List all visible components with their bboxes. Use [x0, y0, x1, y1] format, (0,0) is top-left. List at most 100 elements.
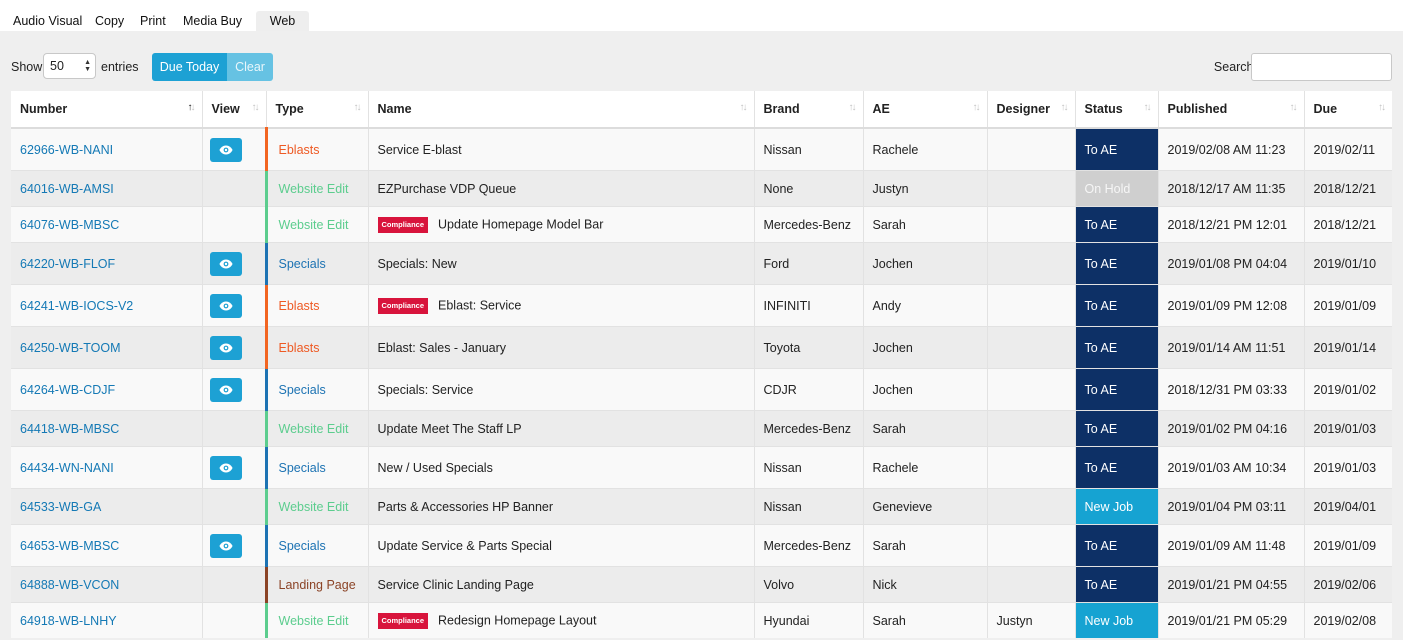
column-header-published[interactable]: Published ↑↓ [1157, 91, 1304, 129]
table-row[interactable]: 64264-WB-CDJF Specials Specials: Service CD… [11, 368, 1392, 411]
column-header-label: Published [1167, 102, 1228, 116]
column-header-view[interactable]: View ↑↓ [201, 91, 266, 129]
column-header-designer[interactable]: Designer ↑↓ [986, 91, 1075, 129]
name-cell: Specials: Service [367, 368, 754, 411]
name-cell: Service Clinic Landing Page [367, 566, 754, 603]
web-panel: Show 50 ▲ ▼ entries Due Today Clear Searc… [0, 31, 1403, 640]
entries-value: 50 [50, 59, 64, 73]
name-cell: Compliance Eblast: Service [367, 284, 754, 327]
status-badge: To AE [1074, 566, 1158, 603]
view-cell [201, 127, 266, 171]
column-header-label: Type [275, 102, 304, 116]
view-button[interactable] [209, 377, 242, 402]
published-cell: 2019/01/03 AM 10:34 [1157, 446, 1304, 489]
designer-cell [986, 127, 1075, 171]
table-row[interactable]: 64220-WB-FLOF Specials Specials: New Ford Jo… [11, 242, 1392, 285]
job-number-link[interactable]: 64418-WB-MBSC [20, 422, 119, 436]
table-row[interactable]: 64076-WB-MBSC Website Edit Compliance Updat… [11, 206, 1392, 243]
table-row[interactable]: 64250-WB-TOOM Eblasts Eblast: Sales - Janu… [11, 326, 1392, 369]
sort-icon: ↑↓ [353, 102, 362, 113]
column-header-status[interactable]: Status ↑↓ [1074, 91, 1158, 129]
compliance-badge: Compliance [377, 216, 429, 233]
job-number-link[interactable]: 64220-WB-FLOF [20, 257, 115, 271]
number-cell: 64418-WB-MBSC [11, 410, 202, 447]
sort-icon: ↑↓ [251, 102, 260, 113]
table-row[interactable]: 64533-WB-GA Website Edit Parts & Accessori… [11, 488, 1392, 525]
ae-cell: Jochen [862, 368, 987, 411]
view-button[interactable] [209, 251, 242, 276]
tab-media-buy[interactable]: Media Buy [183, 11, 242, 31]
published-cell: 2018/12/21 PM 12:01 [1157, 206, 1304, 243]
sort-icon: ↑↓ [972, 102, 981, 113]
table-row[interactable]: 64434-WN-NANI Specials New / Used Specials… [11, 446, 1392, 489]
published-cell: 2018/12/17 AM 11:35 [1157, 170, 1304, 207]
published-cell: 2019/02/08 AM 11:23 [1157, 127, 1304, 171]
eye-icon [219, 259, 232, 268]
column-header-brand[interactable]: Brand ↑↓ [753, 91, 863, 129]
table-row[interactable]: 62966-WB-NANI Eblasts Service E-blast Nissa… [11, 127, 1392, 171]
table-body: 62966-WB-NANI Eblasts Service E-blast Nissa… [11, 127, 1392, 638]
column-header-label: Status [1084, 102, 1123, 116]
type-cell: Eblasts [264, 326, 368, 369]
job-number-link[interactable]: 64918-WB-LNHY [20, 614, 117, 628]
job-number-link[interactable]: 64533-WB-GA [20, 500, 101, 514]
number-cell: 64533-WB-GA [11, 488, 202, 525]
view-button[interactable] [209, 335, 242, 360]
table-row[interactable]: 64888-WB-VCON Landing Page Service Clinic … [11, 566, 1392, 603]
brand-cell: CDJR [753, 368, 863, 411]
entries-select[interactable]: 50 ▲ ▼ [43, 53, 96, 79]
job-number-link[interactable]: 64888-WB-VCON [20, 578, 119, 592]
published-cell: 2019/01/14 AM 11:51 [1157, 326, 1304, 369]
ae-cell: Andy [862, 284, 987, 327]
designer-cell [986, 170, 1075, 207]
designer-cell [986, 410, 1075, 447]
name-cell: Specials: New [367, 242, 754, 285]
job-number-link[interactable]: 64250-WB-TOOM [20, 341, 121, 355]
column-header-ae[interactable]: AE ↑↓ [862, 91, 987, 129]
ae-cell: Justyn [862, 170, 987, 207]
column-header-number[interactable]: Number ↑↓ [11, 91, 202, 129]
table-row[interactable]: 64653-WB-MBSC Specials Update Service & Pa… [11, 524, 1392, 567]
name-cell: Parts & Accessories HP Banner [367, 488, 754, 525]
tab-audio-visual[interactable]: Audio Visual [13, 11, 82, 31]
table-row[interactable]: 64418-WB-MBSC Website Edit Update Meet The… [11, 410, 1392, 447]
type-cell: Website Edit [264, 602, 368, 638]
tab-web[interactable]: Web [256, 11, 309, 31]
tab-copy[interactable]: Copy [95, 11, 124, 31]
tab-print[interactable]: Print [140, 11, 166, 31]
column-header-due[interactable]: Due ↑↓ [1303, 91, 1392, 129]
sort-icon: ↑↓ [1060, 102, 1069, 113]
brand-cell: Mercedes-Benz [753, 524, 863, 567]
type-cell: Landing Page [264, 566, 368, 603]
column-header-name[interactable]: Name ↑↓ [367, 91, 754, 129]
job-number-link[interactable]: 62966-WB-NANI [20, 143, 113, 157]
table-row[interactable]: 64016-WB-AMSI Website Edit EZPurchase VDP … [11, 170, 1392, 207]
job-number-link[interactable]: 64653-WB-MBSC [20, 539, 119, 553]
table-row[interactable]: 64241-WB-IOCS-V2 Eblasts Compliance Eblast:… [11, 284, 1392, 327]
name-cell: Eblast: Sales - January [367, 326, 754, 369]
job-name: EZPurchase VDP Queue [377, 181, 517, 196]
status-badge: To AE [1074, 524, 1158, 567]
status-badge: New Job [1074, 602, 1158, 638]
view-button[interactable] [209, 533, 242, 558]
table-row[interactable]: 64918-WB-LNHY Website Edit Compliance Redes… [11, 602, 1392, 638]
view-button[interactable] [209, 293, 242, 318]
job-name: Service E-blast [377, 142, 462, 157]
search-input[interactable] [1251, 53, 1392, 81]
eye-icon [219, 463, 232, 472]
brand-cell: INFINITI [753, 284, 863, 327]
view-cell [201, 326, 266, 369]
job-number-link[interactable]: 64434-WN-NANI [20, 461, 114, 475]
due-today-button[interactable]: Due Today [152, 53, 227, 81]
job-number-link[interactable]: 64264-WB-CDJF [20, 383, 115, 397]
view-button[interactable] [209, 137, 242, 162]
column-header-type[interactable]: Type ↑↓ [265, 91, 368, 129]
view-button[interactable] [209, 455, 242, 480]
job-number-link[interactable]: 64241-WB-IOCS-V2 [20, 299, 133, 313]
ae-cell: Sarah [862, 524, 987, 567]
clear-button[interactable]: Clear [227, 53, 273, 81]
job-number-link[interactable]: 64076-WB-MBSC [20, 218, 119, 232]
ae-cell: Sarah [862, 206, 987, 243]
job-number-link[interactable]: 64016-WB-AMSI [20, 182, 114, 196]
eye-icon [219, 301, 232, 310]
